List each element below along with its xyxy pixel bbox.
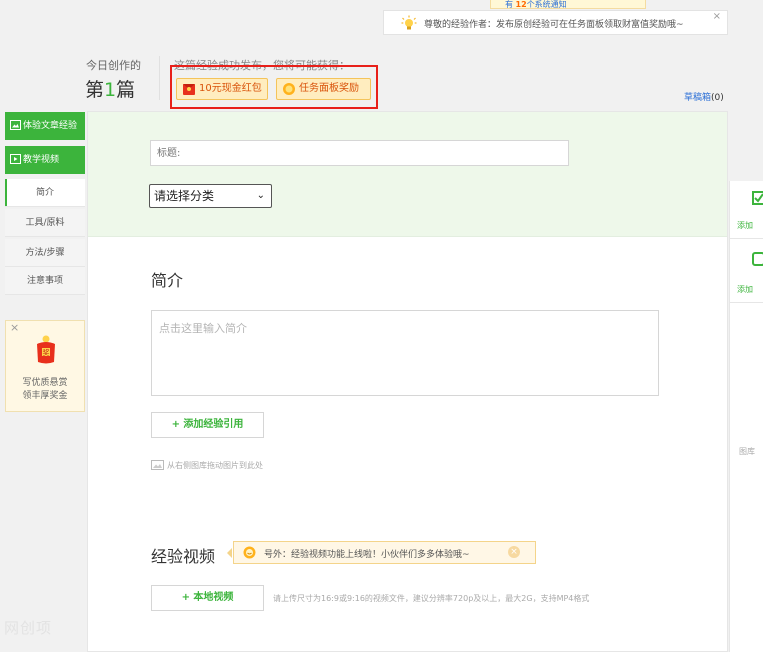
count-number: 1 (104, 79, 117, 101)
chevron-down-icon: ⌄ (256, 190, 265, 201)
image-icon (151, 460, 164, 470)
sidebar-video-button[interactable]: 教学视频 (5, 146, 85, 174)
category-value: 请选择分类 (154, 189, 215, 203)
sidebar-item-tools[interactable]: 工具/原料 (5, 209, 85, 237)
sidebar-experience-label: 体验文章经验 (23, 121, 78, 131)
notification-banner: 尊敬的经验作者：发布原创经验可在任务面板领取财富值奖励哦~ × (383, 10, 728, 35)
watermark: 网创项 (4, 619, 53, 637)
add-note-icon[interactable] (752, 252, 763, 266)
divider (729, 302, 763, 303)
count-prefix: 第 (85, 79, 105, 101)
cash-reward-label: 10元现金红包 (199, 83, 262, 94)
article-count: 第1篇 (85, 75, 135, 102)
video-heading: 经验视频 (151, 547, 216, 566)
intro-placeholder: 点击这里输入简介 (159, 322, 247, 335)
right-add-item-1[interactable]: 添加 (737, 220, 753, 231)
close-icon[interactable]: × (713, 11, 721, 22)
video-upload-hint: 请上传尺寸为16:9或9:16的视频文件，建议分辨率720p及以上，最大2G，支… (273, 594, 590, 603)
smile-icon (243, 546, 256, 559)
coin-icon (283, 83, 295, 95)
promo-line2: 领丰厚奖金 (22, 391, 68, 401)
reward-bag-icon: 奖 (37, 335, 55, 364)
drafts-label: 草稿箱 (684, 93, 712, 103)
close-icon[interactable]: × (508, 546, 520, 558)
image-hint-text: 从右侧图库拖动图片到此处 (167, 461, 263, 470)
sidebar-item-steps[interactable]: 方法/步骤 (5, 239, 85, 267)
red-envelope-icon (183, 84, 195, 95)
sidebar-item-notes[interactable]: 注意事项 (5, 267, 85, 295)
notification-message: 尊敬的经验作者：发布原创经验可在任务面板领取财富值奖励哦~ (424, 20, 684, 30)
video-announcement: 号外：经验视频功能上线啦！小伙伴们多多体验哦~ × (227, 541, 536, 564)
count-suffix: 篇 (116, 79, 136, 101)
cash-reward-button[interactable]: 10元现金红包 (176, 78, 268, 100)
add-reference-button[interactable]: + 添加经验引用 (151, 412, 264, 438)
image-drop-hint: 从右侧图库拖动图片到此处 (151, 460, 263, 471)
add-step-icon[interactable] (752, 191, 763, 205)
bounty-promo[interactable]: × 奖 写优质悬赏 领丰厚奖金 (5, 320, 85, 412)
image-gallery-label: 图库 (739, 447, 755, 456)
notif-count-suffix: 个系统通知 (526, 0, 567, 9)
sidebar-experience-button[interactable]: 体验文章经验 (5, 112, 85, 140)
svg-text:奖: 奖 (43, 348, 50, 357)
system-notification-count[interactable]: 有 12个系统通知 (490, 0, 646, 9)
task-reward-button[interactable]: 任务面板奖励 (276, 78, 371, 100)
video-tip-text: 号外：经验视频功能上线啦！小伙伴们多多体验哦~ (264, 550, 470, 560)
today-label: 今日创作的 (86, 59, 141, 72)
intro-textarea[interactable]: 点击这里输入简介 (151, 310, 659, 396)
divider (729, 238, 763, 239)
title-input[interactable] (150, 140, 569, 166)
task-reward-label: 任务面板奖励 (299, 83, 359, 94)
sidebar-video-label: 教学视频 (23, 155, 60, 165)
sidebar-item-intro[interactable]: 简介 (5, 179, 85, 207)
promo-line1: 写优质悬赏 (22, 378, 68, 388)
close-icon[interactable]: × (10, 321, 19, 334)
drafts-count: (0) (711, 93, 724, 103)
lightbulb-icon (401, 15, 417, 30)
notif-count-prefix: 有 (505, 0, 513, 9)
title-section (88, 112, 727, 237)
picture-icon (10, 120, 21, 130)
intro-heading: 简介 (151, 271, 184, 290)
video-icon (10, 154, 21, 164)
notif-count: 12 (515, 0, 527, 9)
right-add-item-2[interactable]: 添加 (737, 284, 753, 295)
category-select[interactable]: 请选择分类 ⌄ (149, 184, 272, 208)
divider (159, 56, 160, 100)
drafts-link[interactable]: 草稿箱(0) (684, 90, 724, 103)
local-video-button[interactable]: + 本地视频 (151, 585, 264, 611)
